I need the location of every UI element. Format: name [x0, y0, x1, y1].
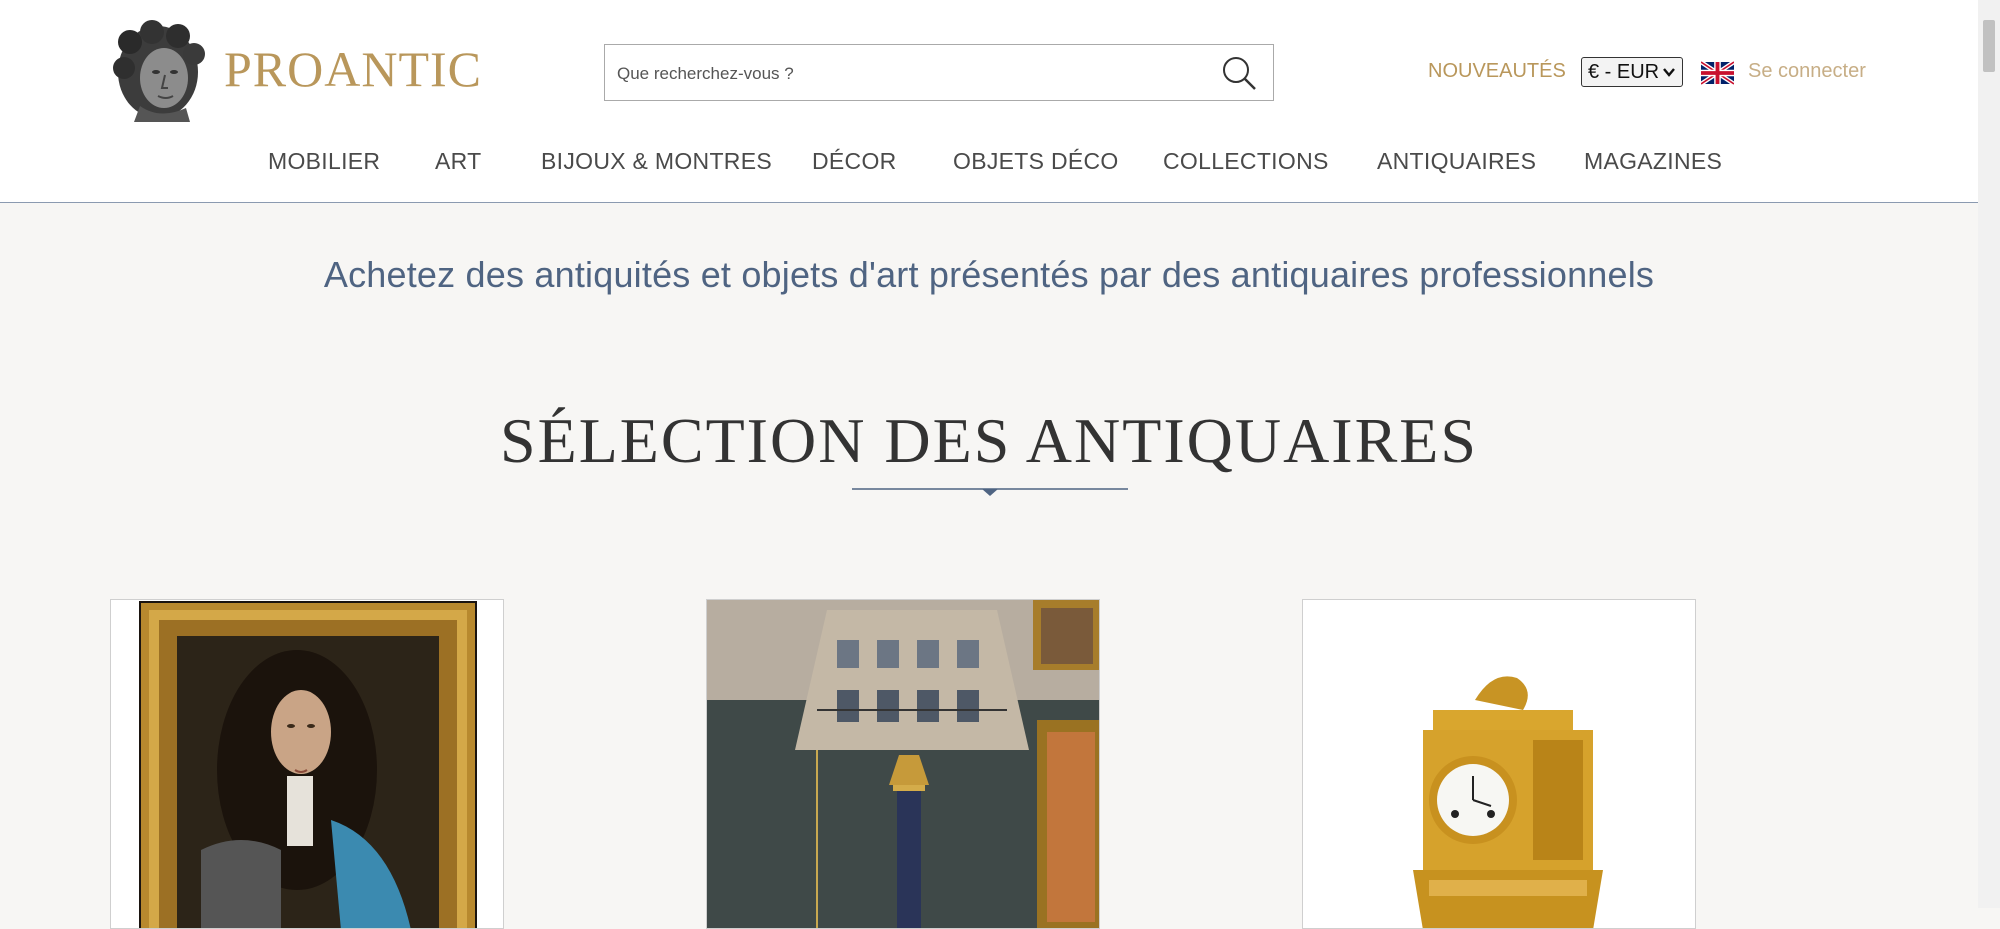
search-bar	[604, 44, 1274, 102]
logo-head-icon[interactable]	[110, 20, 210, 122]
main-nav: MOBILIER ART BIJOUX & MONTRES DÉCOR OBJE…	[0, 148, 1978, 178]
currency-select[interactable]: € - EUR	[1581, 57, 1683, 87]
nouveautes-link[interactable]: NOUVEAUTÉS	[1428, 60, 1566, 83]
nav-item-magazines[interactable]: MAGAZINES	[1584, 148, 1722, 175]
product-card-lamp[interactable]	[706, 599, 1100, 929]
page-tagline: Achetez des antiquités et objets d'art p…	[323, 254, 1655, 295]
brand-name[interactable]: PROANTIC	[224, 40, 482, 98]
uk-flag-icon[interactable]	[1701, 61, 1734, 85]
currency-value: € - EUR	[1588, 60, 1660, 83]
chevron-down-icon	[1663, 68, 1675, 77]
search-icon[interactable]	[1219, 53, 1259, 93]
nav-item-decor[interactable]: DÉCOR	[812, 148, 897, 175]
product-card-portrait[interactable]	[110, 599, 504, 929]
title-divider	[852, 488, 1128, 496]
login-link[interactable]: Se connecter	[1748, 60, 1866, 83]
product-card-clock[interactable]	[1302, 599, 1696, 929]
nav-item-mobilier[interactable]: MOBILIER	[268, 148, 380, 175]
nav-item-art[interactable]: ART	[435, 148, 482, 175]
nav-item-collections[interactable]: COLLECTIONS	[1163, 148, 1329, 175]
gilt-bronze-clock-image	[1303, 600, 1695, 928]
site-header: PROANTIC NOUVEAUTÉS € - EUR Se connecter…	[0, 0, 1978, 203]
table-lamp-image	[707, 600, 1099, 928]
nav-item-antiquaires[interactable]: ANTIQUAIRES	[1377, 148, 1536, 175]
section-title: SÉLECTION DES ANTIQUAIRES	[500, 405, 1478, 476]
scrollbar-thumb[interactable]	[1983, 20, 1995, 72]
page-scrollbar[interactable]	[1978, 0, 2000, 908]
nav-item-bijoux-montres[interactable]: BIJOUX & MONTRES	[541, 148, 772, 175]
portrait-painting-image	[139, 601, 477, 928]
search-input[interactable]	[615, 45, 1209, 102]
nav-item-objets-deco[interactable]: OBJETS DÉCO	[953, 148, 1119, 175]
